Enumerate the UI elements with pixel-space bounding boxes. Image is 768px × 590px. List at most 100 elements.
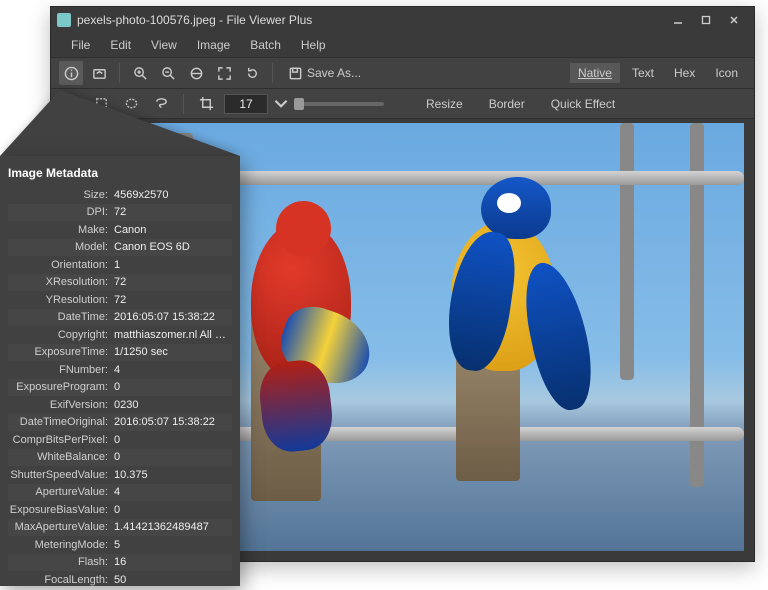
metadata-key: Flash: [8,556,114,568]
info-panel-button[interactable] [59,61,83,85]
metadata-row: WhiteBalance:0 [8,449,232,467]
metadata-row: YResolution:72 [8,291,232,309]
metadata-row: ExposureBiasValue:0 [8,501,232,519]
metadata-row: Flash:16 [8,554,232,572]
separator [272,63,273,83]
metadata-value: Canon EOS 6D [114,241,232,253]
resize-button[interactable]: Resize [416,94,473,114]
metadata-key: ApertureValue: [8,486,114,498]
menu-image[interactable]: Image [187,35,240,55]
metadata-row: ApertureValue:4 [8,484,232,502]
quick-effect-button[interactable]: Quick Effect [541,94,625,114]
menu-edit[interactable]: Edit [100,35,141,55]
metadata-value: 0 [114,504,232,516]
metadata-key: DateTime: [8,311,114,323]
metadata-value: Canon [114,224,232,236]
menu-batch[interactable]: Batch [240,35,291,55]
metadata-key: MaxApertureValue: [8,521,114,533]
metadata-row: DPI:72 [8,204,232,222]
metadata-value: matthiaszomer.nl All Rights Res [114,329,232,341]
metadata-panel: Image Metadata Size:4569x2570DPI:72Make:… [0,156,240,586]
toolbar-main: Save As... Native Text Hex Icon [51,57,754,89]
metadata-key: YResolution: [8,294,114,306]
metadata-key: Size: [8,189,114,201]
metadata-row: FNumber:4 [8,361,232,379]
app-icon [57,13,71,27]
metadata-value: 50 [114,574,232,586]
metadata-row: ShutterSpeedValue:10.375 [8,466,232,484]
metadata-key: ExposureTime: [8,346,114,358]
metadata-key: ExposureProgram: [8,381,114,393]
zoom-slider-thumb[interactable] [294,98,304,110]
close-button[interactable] [720,10,748,30]
menu-help[interactable]: Help [291,35,336,55]
metadata-key: FNumber: [8,364,114,376]
metadata-value: 1.41421362489487 [114,521,232,533]
metadata-table: Size:4569x2570DPI:72Make:CanonModel:Cano… [8,186,232,586]
rotate-button[interactable] [240,61,264,85]
metadata-key: Orientation: [8,259,114,271]
metadata-row: Orientation:1 [8,256,232,274]
zoom-in-button[interactable] [128,61,152,85]
metadata-row: ExposureProgram:0 [8,379,232,397]
metadata-value: 0 [114,451,232,463]
metadata-key: MeteringMode: [8,539,114,551]
metadata-key: ExposureBiasValue: [8,504,114,516]
menubar: File Edit View Image Batch Help [51,33,754,57]
metadata-value: 72 [114,206,232,218]
metadata-key: Model: [8,241,114,253]
fullscreen-button[interactable] [212,61,236,85]
metadata-value: 72 [114,294,232,306]
metadata-value: 1 [114,259,232,271]
metadata-row: Make:Canon [8,221,232,239]
metadata-key: ComprBitsPerPixel: [8,434,114,446]
metadata-key: ShutterSpeedValue: [8,469,114,481]
metadata-key: Make: [8,224,114,236]
viewmode-native[interactable]: Native [570,63,620,83]
metadata-value: 4569x2570 [114,189,232,201]
metadata-key: Copyright: [8,329,114,341]
metadata-row: ComprBitsPerPixel:0 [8,431,232,449]
metadata-row: Model:Canon EOS 6D [8,239,232,257]
metadata-row: Size:4569x2570 [8,186,232,204]
metadata-row: XResolution:72 [8,274,232,292]
metadata-row: DateTime:2016:05:07 15:38:22 [8,309,232,327]
open-button[interactable] [87,61,111,85]
metadata-value: 16 [114,556,232,568]
metadata-row: DateTimeOriginal:2016:05:07 15:38:22 [8,414,232,432]
metadata-value: 4 [114,486,232,498]
metadata-row: Copyright:matthiaszomer.nl All Rights Re… [8,326,232,344]
title-filename: pexels-photo-100576.jpeg [77,13,216,27]
metadata-key: DateTimeOriginal: [8,416,114,428]
metadata-value: 0 [114,434,232,446]
metadata-value: 2016:05:07 15:38:22 [114,416,232,428]
metadata-key: ExifVersion: [8,399,114,411]
zoom-dropdown-button[interactable] [274,92,288,116]
metadata-value: 4 [114,364,232,376]
title-appname: File Viewer Plus [226,13,312,27]
metadata-value: 1/1250 sec [114,346,232,358]
metadata-row: FocalLength:50 [8,571,232,586]
save-as-label: Save As... [307,66,361,80]
zoom-out-button[interactable] [156,61,180,85]
minimize-button[interactable] [664,10,692,30]
metadata-row: MaxApertureValue:1.41421362489487 [8,519,232,537]
border-button[interactable]: Border [479,94,535,114]
maximize-button[interactable] [692,10,720,30]
viewmode-hex[interactable]: Hex [666,63,703,83]
metadata-value: 2016:05:07 15:38:22 [114,311,232,323]
zoom-fit-button[interactable] [184,61,208,85]
menu-view[interactable]: View [141,35,187,55]
metadata-value: 10.375 [114,469,232,481]
titlebar[interactable]: pexels-photo-100576.jpeg - File Viewer P… [51,7,754,33]
viewmode-icon[interactable]: Icon [707,63,746,83]
save-as-button[interactable]: Save As... [281,63,368,84]
metadata-value: 5 [114,539,232,551]
metadata-key: XResolution: [8,276,114,288]
zoom-slider[interactable] [294,102,384,106]
window-title: pexels-photo-100576.jpeg - File Viewer P… [77,13,664,27]
menu-file[interactable]: File [61,35,100,55]
callout-arrow [0,90,240,156]
metadata-value: 0 [114,381,232,393]
viewmode-text[interactable]: Text [624,63,662,83]
